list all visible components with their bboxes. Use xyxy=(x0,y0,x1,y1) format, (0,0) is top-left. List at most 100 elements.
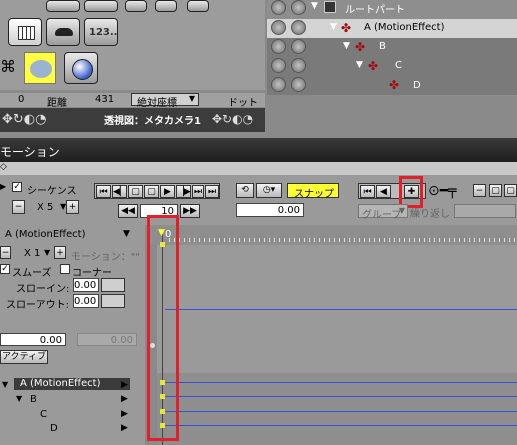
collapse-icon[interactable]: ◇ xyxy=(0,162,7,172)
expand-arrow-icon[interactable]: ▼ xyxy=(343,41,350,51)
expand-arrow-icon[interactable]: ▼ xyxy=(16,394,22,403)
step-forward-button[interactable]: ▕▶ xyxy=(176,185,191,198)
next-key-button[interactable]: ◀ xyxy=(376,185,391,198)
active-button[interactable]: アクティブ xyxy=(0,350,48,364)
brush-icon[interactable]: ⌘ xyxy=(0,57,16,76)
stop-button[interactable]: ▢ xyxy=(128,185,143,198)
ruler-ticks xyxy=(169,238,517,242)
track-play-icon[interactable]: ▶ xyxy=(121,380,128,390)
slow-in-label: スローイン: xyxy=(16,284,70,295)
lock-icon[interactable] xyxy=(291,0,306,15)
expand-arrow-icon[interactable]: ▼ xyxy=(2,380,8,389)
move-icon[interactable]: ✥↻◐◔ xyxy=(2,112,46,127)
fast-forward-button[interactable]: ⏭ xyxy=(192,185,204,198)
playback-controls: ⏮ ◀▏ ▢ ▢ ▶ ▕▶ ⏭ ⏭ xyxy=(94,183,220,199)
smooth-checkbox[interactable]: ✓ xyxy=(0,264,10,274)
repeat-field[interactable] xyxy=(454,204,516,218)
tool-button-r1[interactable] xyxy=(125,0,147,12)
multiplier-arrow-icon[interactable]: ▼ xyxy=(44,248,50,257)
track-minus-button[interactable]: − xyxy=(0,246,11,259)
sequence-plus-button[interactable]: + xyxy=(66,200,79,214)
track-list-row-a[interactable]: A (MotionEffect) xyxy=(14,378,130,390)
track-play-icon[interactable]: ▶ xyxy=(121,423,128,433)
sequence-arrow-icon[interactable]: ▶ xyxy=(0,182,6,191)
sphere-tool-button[interactable] xyxy=(64,52,98,84)
clock-button[interactable]: ◷▾ xyxy=(256,183,282,198)
frame-forward-button[interactable]: ▶▶ xyxy=(180,204,200,218)
track-line-a xyxy=(165,382,517,383)
track-list-label-c: C xyxy=(40,409,47,420)
coord-mode-label: 絶対座標 xyxy=(137,98,177,109)
grid-icon xyxy=(18,26,35,40)
snap-button[interactable]: スナップ xyxy=(287,183,339,200)
lock-icon[interactable] xyxy=(291,77,306,92)
tool-button-top-2[interactable] xyxy=(84,0,118,12)
tool-button-top-1[interactable] xyxy=(46,0,80,12)
effect-icon: ✤ xyxy=(389,78,400,92)
collapse-key-button[interactable]: ▢ xyxy=(504,184,517,197)
visibility-icon[interactable] xyxy=(271,58,286,73)
timeline-ruler[interactable] xyxy=(147,225,517,245)
visibility-icon[interactable] xyxy=(271,0,286,15)
go-start-button[interactable]: ⏮ xyxy=(96,185,111,198)
go-end-button[interactable]: ⏭ xyxy=(205,185,219,198)
tool-button-r2[interactable] xyxy=(155,0,177,12)
track-arrow-icon[interactable]: ▼ xyxy=(123,229,130,239)
frame-back-button[interactable]: ◀◀ xyxy=(118,204,138,218)
track-play-icon[interactable]: ▶ xyxy=(121,394,128,404)
lock-icon[interactable] xyxy=(291,58,306,73)
tool-button-r3[interactable] xyxy=(187,0,209,12)
calculator-button[interactable]: 123.. xyxy=(84,18,118,46)
time-field[interactable]: 0.00 xyxy=(236,203,304,217)
tool-panel-right xyxy=(125,0,265,90)
timeline-area[interactable]: 0 ▼ xyxy=(147,215,517,445)
slow-in-curve[interactable] xyxy=(101,278,125,292)
group-dropdown[interactable]: グループ ▼ xyxy=(358,204,408,221)
slow-out-field[interactable]: 0.00 xyxy=(73,294,99,308)
minus-key-button[interactable]: − xyxy=(473,184,486,197)
expand-arrow-icon[interactable]: ▼ xyxy=(311,1,318,11)
tree-item-b: B xyxy=(379,41,386,52)
track-line-main xyxy=(165,309,517,310)
visibility-icon[interactable] xyxy=(271,20,286,35)
distance-label: 距離 xyxy=(47,98,67,109)
expand-arrow-icon[interactable]: ▼ xyxy=(330,22,337,32)
step-back-button[interactable]: ◀▏ xyxy=(112,185,127,198)
fur-tool-icon[interactable] xyxy=(24,52,56,84)
scroll-button[interactable]: ▢ xyxy=(489,184,502,197)
car-tool-button[interactable] xyxy=(46,18,80,46)
visibility-icon[interactable] xyxy=(271,39,286,54)
coord-mode-dropdown[interactable]: 絶対座標 ▼ xyxy=(131,93,199,109)
smooth-label: スムーズ xyxy=(12,268,52,279)
value-field[interactable]: 0.00 xyxy=(0,333,66,346)
loop-button[interactable]: ⟲ xyxy=(236,183,254,198)
expand-arrow-icon[interactable]: ▼ xyxy=(356,60,363,70)
corner-label: コーナー xyxy=(72,268,112,279)
sphere-icon xyxy=(72,59,93,80)
corner-checkbox[interactable] xyxy=(60,264,70,274)
sequence-minus-button[interactable]: − xyxy=(12,200,25,214)
lock-icon[interactable] xyxy=(291,20,306,35)
motion-window-bar: ◇ xyxy=(0,162,517,175)
slow-in-field[interactable]: 0.00 xyxy=(73,278,99,292)
lock-icon[interactable] xyxy=(291,39,306,54)
play-button[interactable]: ▶ xyxy=(160,185,175,198)
window-title: モーション xyxy=(0,145,60,159)
key-icon[interactable]: ⊙━╤ xyxy=(428,183,457,199)
track-plus-button[interactable]: + xyxy=(54,246,66,259)
tree-item-c: C xyxy=(395,60,402,71)
slow-out-curve[interactable] xyxy=(101,294,125,308)
effect-icon: ✤ xyxy=(341,21,352,35)
prev-key-button[interactable]: ⏮ xyxy=(360,185,375,198)
track-name: A (MotionEffect) xyxy=(5,229,86,240)
sequence-checkbox[interactable]: ✓ xyxy=(12,182,22,192)
viewport-nav-icons[interactable]: ✥↻◐◔ xyxy=(212,112,253,126)
play-reverse-button[interactable]: ▢ xyxy=(144,185,159,198)
status-row: 0 距離 431 絶対座標 ▼ ドット xyxy=(0,93,265,109)
unit-label: ドット xyxy=(228,98,258,109)
keyframe-column-highlight xyxy=(147,215,179,441)
track-play-icon[interactable]: ▶ xyxy=(121,409,128,419)
visibility-icon[interactable] xyxy=(271,77,286,92)
root-part-icon xyxy=(324,1,336,13)
grid-tool-button[interactable] xyxy=(8,18,42,46)
